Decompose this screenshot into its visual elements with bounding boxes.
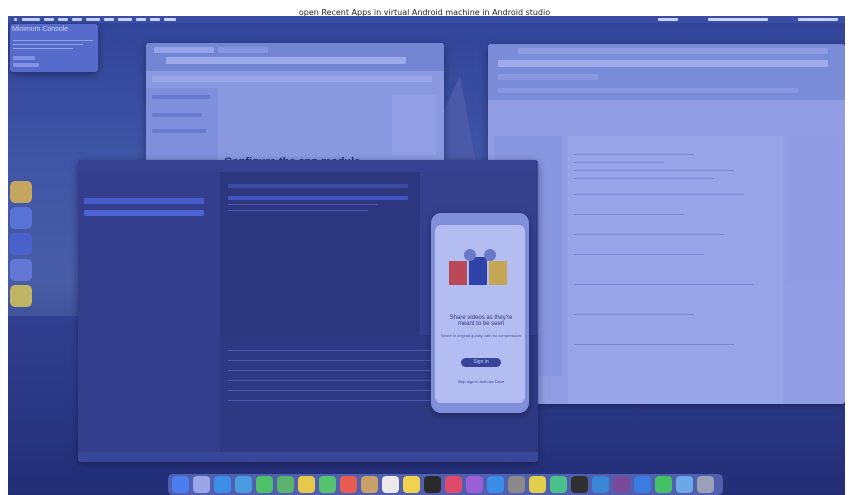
vscode-icon[interactable]	[592, 476, 609, 493]
status-icons[interactable]	[708, 18, 768, 21]
tint-overlay	[8, 23, 845, 495]
status-item[interactable]	[658, 18, 678, 21]
calendar-icon[interactable]	[340, 476, 357, 493]
safari-icon[interactable]	[214, 476, 231, 493]
menu-run[interactable]	[150, 18, 160, 21]
menu-refactor[interactable]	[118, 18, 132, 21]
menu-build[interactable]	[136, 18, 146, 21]
appstore-icon[interactable]	[487, 476, 504, 493]
slack-icon[interactable]	[613, 476, 630, 493]
menu-code[interactable]	[104, 18, 114, 21]
desktop-screen: Minimum Console Configure the app module	[8, 16, 845, 495]
facetime-icon[interactable]	[319, 476, 336, 493]
launchpad-icon[interactable]	[193, 476, 210, 493]
menu-view[interactable]	[72, 18, 82, 21]
folder-icon[interactable]	[676, 476, 693, 493]
tv-icon[interactable]	[424, 476, 441, 493]
finder-icon[interactable]	[172, 476, 189, 493]
spotify-icon[interactable]	[655, 476, 672, 493]
clock	[798, 18, 838, 21]
terminal-icon[interactable]	[571, 476, 588, 493]
zoom-icon[interactable]	[634, 476, 651, 493]
android-studio-icon[interactable]	[550, 476, 567, 493]
frame: open Recent Apps in virtual Android mach…	[0, 0, 849, 495]
mac-menubar[interactable]	[8, 16, 845, 23]
reminders-icon[interactable]	[382, 476, 399, 493]
menu-navigate[interactable]	[86, 18, 100, 21]
trash-icon[interactable]	[697, 476, 714, 493]
podcasts-icon[interactable]	[466, 476, 483, 493]
app-menu[interactable]	[22, 18, 40, 21]
mac-dock[interactable]	[168, 474, 723, 495]
mail-icon[interactable]	[235, 476, 252, 493]
music-icon[interactable]	[445, 476, 462, 493]
messages-icon[interactable]	[256, 476, 273, 493]
chrome-icon[interactable]	[529, 476, 546, 493]
menu-file[interactable]	[44, 18, 54, 21]
notes-icon[interactable]	[403, 476, 420, 493]
photos-icon[interactable]	[298, 476, 315, 493]
settings-icon[interactable]	[508, 476, 525, 493]
menu-edit[interactable]	[58, 18, 68, 21]
apple-menu-icon[interactable]	[14, 18, 17, 21]
maps-icon[interactable]	[277, 476, 294, 493]
menu-tools[interactable]	[164, 18, 176, 21]
contacts-icon[interactable]	[361, 476, 378, 493]
